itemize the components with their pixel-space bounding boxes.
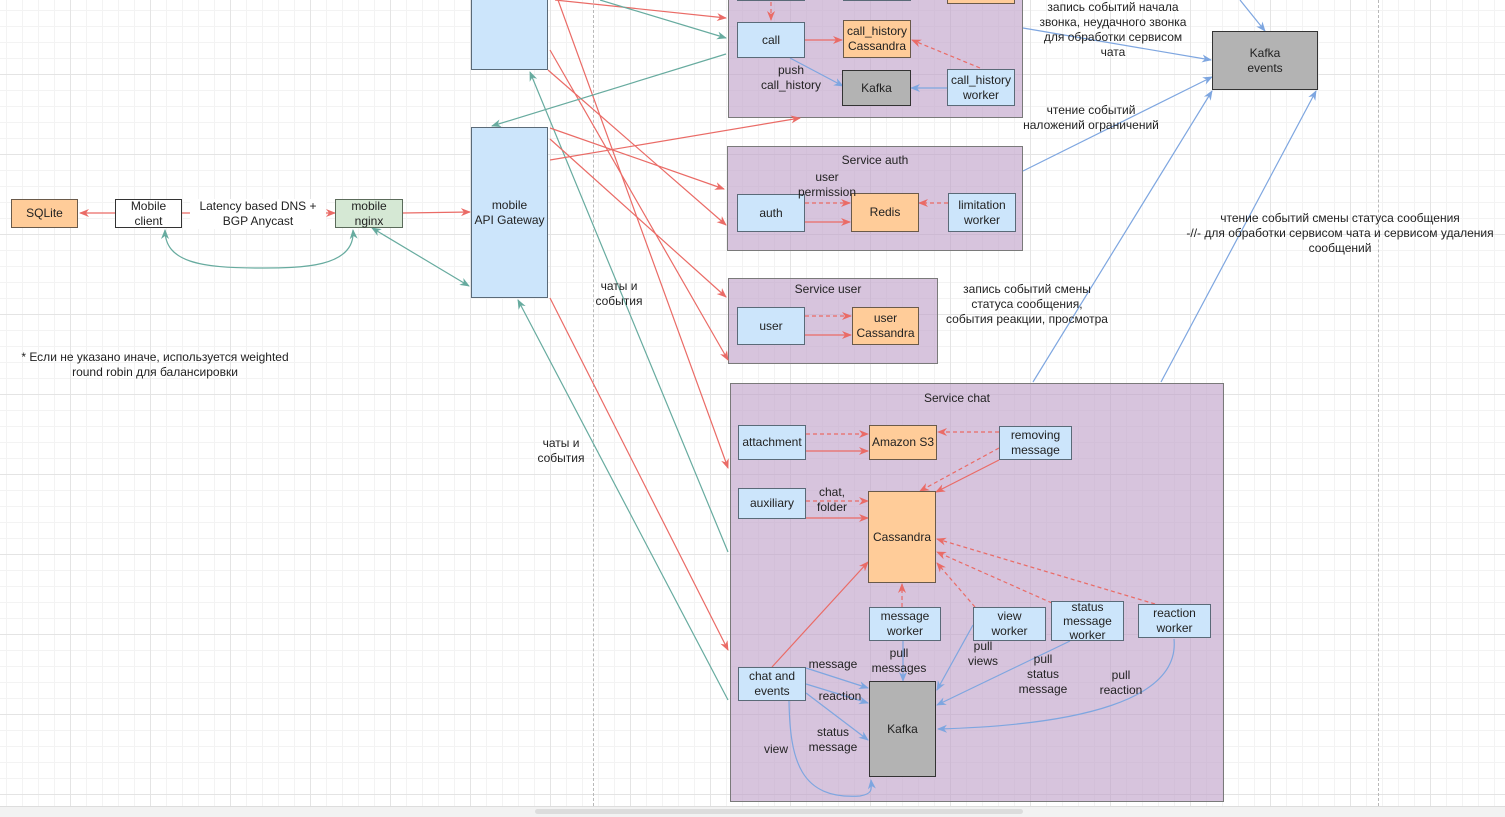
kafka-events-node[interactable]: Kafka events (1212, 31, 1318, 90)
message-edge-label: message (808, 657, 858, 671)
user-permission-label: user permission (797, 170, 857, 199)
call-history-worker-node[interactable]: call_history worker (947, 69, 1015, 106)
service-auth-title: Service auth (841, 153, 909, 167)
pull-reaction-label: pull reaction (1099, 668, 1143, 697)
status-message-worker-node[interactable]: status message worker (1051, 600, 1124, 642)
top-api-gateway-node[interactable] (471, 0, 548, 70)
edge-top-kafka-events (1239, 0, 1266, 32)
removing-message-node[interactable]: removing message (999, 426, 1072, 460)
chat-cassandra-node[interactable]: Cassandra (868, 491, 936, 583)
edge-top-gw-b (599, 0, 727, 40)
call-storage-top-node[interactable] (947, 0, 1015, 4)
reaction-edge-label: reaction (818, 689, 862, 703)
user-cassandra-node[interactable]: user Cassandra (852, 307, 919, 345)
chats-events-label: чаты и события (595, 279, 643, 308)
amazon-s3-node[interactable]: Amazon S3 (869, 425, 937, 460)
limitations-events-label: чтение событий наложений ограничений (1023, 103, 1159, 132)
edge-nginx-gateway (402, 208, 471, 217)
edge-nginx-client-response (161, 229, 358, 269)
dns-label: Latency based DNS + BGP Anycast (190, 199, 326, 229)
balancing-note: * Если не указано иначе, используется we… (21, 350, 289, 379)
edge-chat-gateway-response (517, 299, 729, 701)
status-read-events-label: чтение событий смены статуса сообщения -… (1186, 211, 1494, 255)
service-user-title: Service user (794, 282, 862, 296)
edge-gateway-auth (549, 127, 725, 190)
sqlite-node[interactable]: SQLite (11, 199, 78, 228)
pull-views-label: pull views (967, 639, 998, 668)
mobile-nginx-node[interactable]: mobile nginx (335, 199, 403, 228)
attachment-node[interactable]: attachment (738, 425, 806, 460)
pull-messages-label: pull messages (871, 646, 927, 675)
redis-node[interactable]: Redis (851, 193, 919, 232)
edge-top-gw-user (549, 49, 729, 361)
auxiliary-node[interactable]: auxiliary (738, 488, 806, 519)
call-history-cassandra-node[interactable]: call_history Cassandra (843, 20, 911, 58)
pull-status-message-label: pull status message (1018, 652, 1068, 696)
horizontal-scrollbar[interactable] (0, 806, 1505, 817)
status-message-edge-label: status message (808, 725, 858, 754)
grid-divider (1378, 0, 1379, 806)
message-worker-node[interactable]: message worker (869, 607, 941, 641)
user-node[interactable]: user (737, 307, 805, 345)
chat-folder-label: chat, folder (816, 485, 848, 514)
view-edge-label: view (763, 742, 788, 756)
diagram-canvas[interactable]: Service auth Service user Service chat S… (0, 0, 1505, 806)
call-node[interactable]: call (737, 22, 805, 58)
edge-gateway-user (549, 138, 727, 298)
call-events-label: запись событий начала звонка, неудачного… (1039, 0, 1187, 59)
limitation-worker-node[interactable]: limitation worker (948, 193, 1016, 232)
view-worker-node[interactable]: view worker (973, 607, 1046, 641)
call-service-top-node[interactable] (737, 0, 805, 1)
chats-events-label: чаты и события (537, 436, 585, 465)
call-service-top-node[interactable] (843, 0, 911, 1)
edge-nginx-gateway-response (371, 227, 470, 287)
mobile-api-gateway-node[interactable]: mobile API Gateway (471, 127, 548, 298)
edge-chat-top-gw-response (529, 71, 729, 553)
push-call-history-label: push call_history (760, 63, 822, 92)
chat-kafka-node[interactable]: Kafka (869, 681, 936, 777)
edge-gateway-chat (549, 297, 729, 651)
service-chat-title: Service chat (923, 391, 991, 405)
edge-top-gw-auth (547, 69, 727, 226)
mobile-client-node[interactable]: Mobile client (115, 199, 182, 228)
status-write-events-label: запись событий смены статуса сообщения, … (946, 282, 1108, 326)
call-kafka-node[interactable]: Kafka (842, 70, 911, 106)
grid-divider (593, 0, 594, 806)
scrollbar-thumb[interactable] (535, 809, 1023, 814)
reaction-worker-node[interactable]: reaction worker (1138, 604, 1211, 638)
chat-and-events-node[interactable]: chat and events (738, 667, 806, 701)
edge-top-gw-a (554, 0, 727, 22)
